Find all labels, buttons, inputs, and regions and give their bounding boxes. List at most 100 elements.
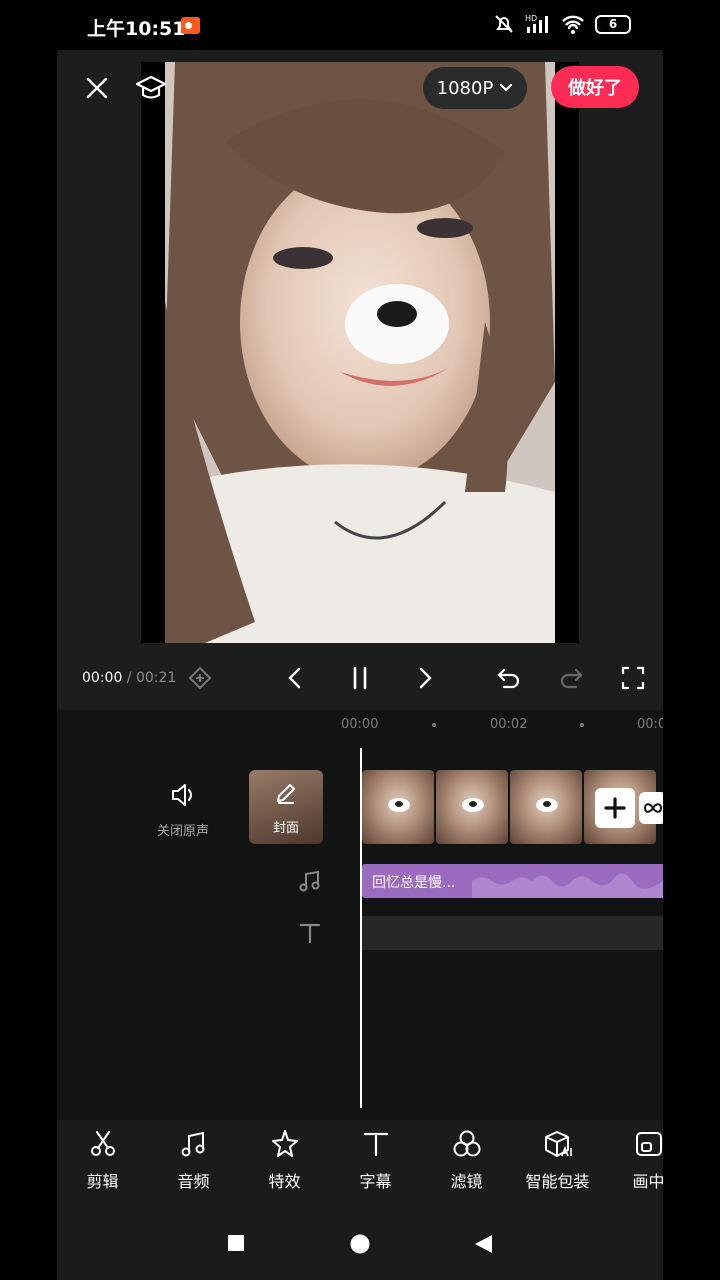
tool-filters[interactable]: 滤镜 bbox=[421, 1120, 512, 1210]
tutorial-button[interactable] bbox=[133, 70, 169, 106]
speaker-icon bbox=[172, 784, 192, 806]
current-time: 00:00 bbox=[82, 670, 123, 686]
tool-label: 音频 bbox=[177, 1172, 210, 1191]
ai-box-icon bbox=[544, 1131, 572, 1157]
svg-text:HD: HD bbox=[525, 14, 537, 23]
wifi-icon bbox=[562, 15, 584, 34]
timeline[interactable]: 00:00 00:02 00:0 关闭原声 封面 回忆总是慢... bbox=[57, 710, 663, 1120]
preview-frame-illustration bbox=[165, 62, 555, 643]
time-separator: / bbox=[122, 670, 136, 686]
previous-frame-button[interactable] bbox=[281, 664, 309, 692]
back-button[interactable] bbox=[474, 1234, 494, 1258]
pause-button[interactable] bbox=[346, 664, 374, 692]
plus-icon bbox=[604, 797, 626, 819]
redo-button[interactable] bbox=[557, 664, 585, 692]
music-note-icon bbox=[299, 870, 320, 892]
tool-label: 特效 bbox=[268, 1172, 301, 1191]
text-icon bbox=[299, 923, 321, 944]
battery-indicator: 6 bbox=[595, 14, 631, 34]
playhead[interactable] bbox=[360, 748, 362, 1108]
done-button[interactable]: 做好了 bbox=[551, 66, 639, 108]
undo-button[interactable] bbox=[495, 664, 523, 692]
status-time: 上午10:51 bbox=[87, 18, 186, 40]
close-button[interactable] bbox=[81, 72, 113, 104]
playback-time: 00:00 / 00:21 bbox=[82, 670, 176, 686]
next-frame-button[interactable] bbox=[411, 664, 439, 692]
mute-original-sound-button[interactable]: 关闭原声 bbox=[143, 780, 223, 839]
infinity-transition-icon bbox=[643, 803, 663, 813]
filter-circles-icon bbox=[453, 1130, 480, 1157]
fullscreen-button[interactable] bbox=[619, 664, 647, 692]
chevron-down-icon bbox=[500, 83, 513, 92]
scissors-icon bbox=[90, 1131, 115, 1156]
thumbnail-face bbox=[462, 798, 484, 812]
tool-picture-in-picture[interactable]: 画中 bbox=[603, 1120, 663, 1210]
video-thumbnail bbox=[510, 770, 582, 844]
tool-label: 滤镜 bbox=[450, 1172, 483, 1191]
tool-subtitles[interactable]: 字幕 bbox=[330, 1120, 421, 1210]
undo-icon bbox=[497, 668, 520, 689]
audio-track-icon[interactable] bbox=[297, 868, 323, 894]
total-time: 00:21 bbox=[135, 670, 177, 686]
tool-label: 画中 bbox=[632, 1172, 663, 1191]
audio-waveform bbox=[472, 873, 663, 898]
ruler-label: 00:02 bbox=[490, 717, 528, 732]
triangle-back-icon bbox=[475, 1235, 492, 1253]
fullscreen-icon bbox=[621, 666, 645, 690]
time-ruler: 00:00 00:02 00:0 bbox=[57, 710, 663, 740]
keyframe-diamond-icon bbox=[188, 666, 212, 690]
bottom-toolbar: 剪辑 音频 特效 字幕 滤镜 智能包装 画中 bbox=[57, 1120, 663, 1210]
video-thumbnail bbox=[362, 770, 434, 844]
tool-label: 字幕 bbox=[359, 1172, 392, 1191]
tool-label: 剪辑 bbox=[86, 1172, 119, 1191]
screen-record-icon bbox=[181, 17, 200, 34]
tool-edit[interactable]: 剪辑 bbox=[57, 1120, 148, 1210]
pause-icon bbox=[353, 666, 367, 690]
close-icon bbox=[86, 77, 108, 99]
tool-effects[interactable]: 特效 bbox=[239, 1120, 330, 1210]
playback-controls: 00:00 / 00:21 bbox=[57, 654, 663, 702]
graduation-cap-icon bbox=[135, 75, 167, 99]
tool-label: 智能包装 bbox=[525, 1172, 590, 1191]
tool-audio[interactable]: 音频 bbox=[148, 1120, 239, 1210]
sparkle-star-icon bbox=[271, 1130, 298, 1157]
resolution-value: 1080P bbox=[436, 77, 494, 99]
square-icon bbox=[228, 1235, 244, 1251]
ruler-dot bbox=[432, 723, 436, 727]
keyframe-button[interactable] bbox=[186, 664, 214, 692]
home-button[interactable] bbox=[350, 1234, 370, 1258]
ruler-label: 00:00 bbox=[341, 717, 379, 732]
video-editor: 1080P 做好了 00:00 / 00:21 00:00 00:02 00:0… bbox=[57, 50, 663, 1280]
add-clip-button[interactable] bbox=[595, 788, 635, 828]
audio-clip-label: 回忆总是慢... bbox=[372, 875, 456, 891]
chevron-left-icon bbox=[288, 667, 301, 689]
ruler-dot bbox=[580, 723, 584, 727]
status-bar: 上午10:51 HD 6 bbox=[57, 0, 663, 50]
video-thumbnail bbox=[436, 770, 508, 844]
recent-apps-button[interactable] bbox=[227, 1234, 245, 1256]
thumbnail-face bbox=[388, 798, 410, 812]
audio-track[interactable]: 回忆总是慢... bbox=[362, 864, 663, 898]
transition-button[interactable] bbox=[639, 792, 663, 824]
cover-label: 封面 bbox=[272, 821, 299, 836]
thumbnail-face bbox=[536, 798, 558, 812]
text-track[interactable] bbox=[362, 916, 663, 950]
mute-label: 关闭原声 bbox=[156, 824, 209, 839]
ruler-label: 00:0 bbox=[637, 717, 663, 732]
picture-in-picture-icon bbox=[635, 1132, 662, 1156]
music-note-icon bbox=[181, 1131, 204, 1157]
system-nav-bar bbox=[57, 1210, 663, 1280]
text-track-icon[interactable] bbox=[297, 920, 323, 946]
status-icons: HD 6 bbox=[493, 13, 631, 35]
redo-icon bbox=[560, 668, 583, 689]
tool-smart-package[interactable]: 智能包装 bbox=[512, 1120, 603, 1210]
cover-button[interactable]: 封面 bbox=[249, 770, 323, 844]
mute-bell-icon bbox=[495, 15, 513, 33]
text-icon bbox=[363, 1132, 388, 1157]
edit-pencil-icon bbox=[277, 784, 295, 804]
chevron-right-icon bbox=[419, 667, 432, 689]
signal-icon: HD bbox=[525, 14, 548, 33]
video-preview[interactable] bbox=[141, 62, 579, 643]
resolution-selector[interactable]: 1080P bbox=[423, 67, 527, 109]
video-preview-image bbox=[165, 62, 555, 643]
